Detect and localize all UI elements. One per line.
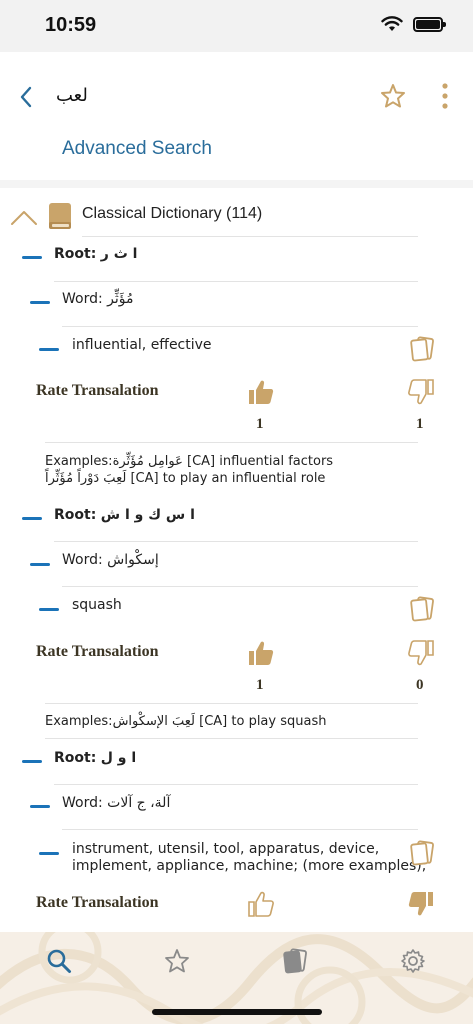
search-term: لعب [56, 85, 88, 106]
translation-text: squash [72, 597, 122, 613]
translation-text: instrument, utensil, tool, apparatus, de… [72, 841, 426, 875]
word-row: Word: إسكْواش [62, 552, 159, 568]
word-prefix: Word: [62, 552, 103, 568]
search-icon[interactable] [46, 948, 72, 974]
back-icon[interactable] [14, 82, 40, 112]
status-time: 10:59 [45, 14, 97, 36]
collapse-dash-icon[interactable] [30, 301, 50, 304]
favorite-star-icon[interactable] [380, 82, 406, 110]
star-icon[interactable] [164, 948, 190, 974]
likes-count: 1 [256, 677, 264, 693]
root-row: Root: ا ث ر [54, 246, 137, 262]
status-icons [381, 16, 446, 32]
divider [54, 541, 418, 542]
home-indicator[interactable] [152, 1009, 322, 1015]
example-arabic: لَعِبَ دَوْراً مُؤَثِّراً [45, 471, 127, 486]
word-prefix: Word: [62, 291, 103, 307]
flashcard-icon[interactable] [409, 840, 435, 866]
thumbs-down-icon[interactable] [407, 890, 435, 918]
collapse-dash-icon[interactable] [30, 805, 50, 808]
example-english: [CA] to play an influential role [130, 471, 326, 486]
translation-text: influential, effective [72, 337, 212, 353]
examples-block: Examples:عَوامِل مُؤَثِّرة [CA] influent… [45, 453, 333, 487]
word-value: مُؤَثِّر [107, 291, 134, 307]
rate-translation-label: Rate Transalation [36, 894, 159, 911]
dislikes-count: 0 [416, 677, 424, 693]
root-value: ا و ل [100, 750, 137, 766]
more-options-icon[interactable] [438, 82, 452, 112]
word-row: Word: مُؤَثِّر [62, 291, 134, 307]
divider [62, 326, 418, 327]
examples-label: Examples: [45, 454, 113, 469]
collapse-dash-icon[interactable] [22, 517, 42, 520]
word-prefix: Word: [62, 795, 103, 811]
dictionary-title: Classical Dictionary (114) [82, 205, 263, 222]
collapse-dash-icon[interactable] [22, 256, 42, 259]
example-english: [CA] to play squash [199, 714, 327, 729]
flashcard-icon[interactable] [409, 336, 435, 362]
thumbs-up-icon[interactable] [247, 639, 275, 667]
flashcard-icon[interactable] [409, 596, 435, 622]
root-value: ا ث ر [100, 246, 138, 262]
word-row: Word: آلة، ج آلات [62, 795, 170, 811]
dislikes-count: 1 [416, 416, 424, 432]
wifi-icon [381, 16, 403, 31]
thumbs-up-icon[interactable] [247, 890, 275, 918]
divider [54, 784, 418, 785]
example-arabic: عَوامِل مُؤَثِّرة [112, 454, 183, 469]
root-prefix: Root: [54, 246, 97, 262]
section-separator [0, 180, 473, 188]
divider [54, 281, 418, 282]
divider [62, 829, 418, 830]
root-value: ا س ك و ا ش [100, 507, 195, 523]
divider [45, 442, 418, 443]
divider [45, 738, 418, 739]
example-line: Examples:لَعِبَ الإسكْواش [CA] to play s… [45, 713, 326, 730]
collapse-dash-icon[interactable] [39, 608, 59, 611]
top-bar: لعب Advanced Search [0, 52, 473, 180]
thumbs-down-icon[interactable] [407, 378, 435, 406]
status-bar: 10:59 [0, 0, 473, 52]
examples-label: Examples: [45, 714, 113, 729]
divider [45, 703, 418, 704]
advanced-search-link[interactable]: Advanced Search [62, 138, 212, 160]
collapse-dash-icon[interactable] [39, 348, 59, 351]
gear-icon[interactable] [400, 948, 426, 974]
battery-icon [413, 16, 446, 32]
example-line: Examples:عَوامِل مُؤَثِّرة [CA] influent… [45, 453, 333, 470]
divider [82, 236, 418, 237]
root-row: Root: ا و ل [54, 750, 136, 766]
example-english: [CA] influential factors [187, 454, 334, 469]
likes-count: 1 [256, 416, 264, 432]
translation-line: instrument, utensil, tool, apparatus, de… [72, 841, 380, 857]
example-line: لَعِبَ دَوْراً مُؤَثِّراً [CA] to play a… [45, 470, 333, 487]
root-prefix: Root: [54, 507, 97, 523]
collapse-dash-icon[interactable] [30, 563, 50, 566]
collapse-dash-icon[interactable] [39, 852, 59, 855]
root-row: Root: ا س ك و ا ش [54, 507, 195, 523]
chevron-up-icon[interactable] [10, 208, 38, 226]
dictionary-header[interactable]: Classical Dictionary (114) [0, 196, 473, 236]
root-prefix: Root: [54, 750, 97, 766]
thumbs-down-icon[interactable] [407, 639, 435, 667]
rate-translation-label: Rate Transalation [36, 643, 159, 660]
cards-icon[interactable] [282, 948, 308, 974]
translation-line: implement, appliance, machine; (more exa… [72, 858, 427, 874]
word-value: إسكْواش [107, 552, 159, 568]
example-arabic: لَعِبَ الإسكْواش [112, 714, 195, 729]
examples-block: Examples:لَعِبَ الإسكْواش [CA] to play s… [45, 713, 326, 730]
word-value: آلة، ج آلات [107, 795, 171, 811]
thumbs-up-icon[interactable] [247, 378, 275, 406]
rate-translation-label: Rate Transalation [36, 382, 159, 399]
book-icon [49, 203, 71, 229]
divider [62, 586, 418, 587]
collapse-dash-icon[interactable] [22, 760, 42, 763]
